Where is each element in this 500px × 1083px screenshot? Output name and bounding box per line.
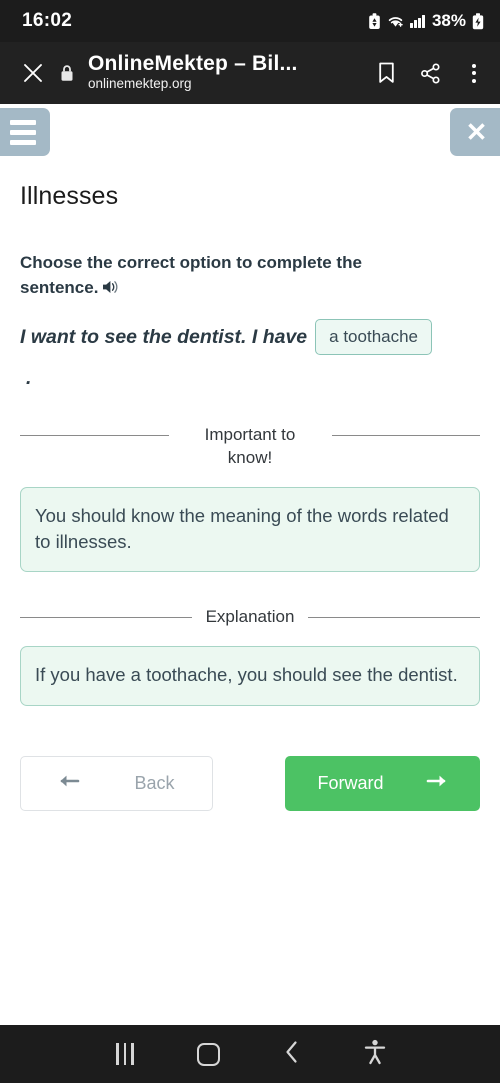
accessibility-icon — [363, 1039, 387, 1070]
recents-button[interactable] — [83, 1043, 166, 1065]
page-header-buttons: ✕ — [0, 104, 500, 160]
close-lesson-button[interactable]: ✕ — [450, 108, 500, 156]
divider-explanation: Explanation — [20, 606, 480, 629]
section-label-important: Important to know! — [204, 425, 296, 468]
question-prompt-text: Choose the correct option to complete th… — [20, 253, 362, 297]
overflow-menu-icon[interactable] — [462, 59, 486, 87]
page-title-chrome: OnlineMektep – Bil... — [88, 52, 298, 75]
share-icon[interactable] — [418, 59, 442, 87]
speaker-icon[interactable] — [102, 278, 120, 303]
accessibility-button[interactable] — [333, 1039, 416, 1070]
important-to-know-box: You should know the meaning of the words… — [20, 487, 480, 573]
page-title: Illnesses — [20, 182, 119, 210]
nav-back-button[interactable] — [250, 1040, 333, 1069]
android-nav-bar — [0, 1025, 500, 1083]
divider-line-right-2 — [308, 617, 480, 619]
back-button[interactable]: Back — [20, 755, 213, 811]
explanation-box: If you have a toothache, you should see … — [20, 646, 480, 706]
divider-important-to-know: Important to know! — [20, 424, 480, 470]
close-lesson-label: ✕ — [465, 117, 488, 147]
browser-actions — [374, 59, 486, 87]
question-sentence-row: I want to see the dentist. I have a toot… — [20, 319, 480, 356]
answer-chip[interactable]: a toothache — [315, 319, 433, 356]
battery-saver-icon — [368, 12, 381, 30]
sentence-period: . — [26, 367, 32, 390]
recents-icon — [116, 1043, 134, 1065]
bookmark-icon[interactable] — [374, 59, 398, 87]
back-button-label: Back — [134, 772, 175, 793]
forward-button[interactable]: Forward — [285, 755, 480, 811]
question-sentence: I want to see the dentist. I have — [20, 325, 308, 348]
charging-battery-icon — [472, 12, 484, 30]
divider-line-left — [20, 435, 169, 437]
battery-percent-label: 38% — [431, 11, 466, 30]
back-arrow-icon — [58, 773, 80, 794]
forward-button-label: Forward — [317, 772, 384, 793]
lesson-navigation: Back Forward — [20, 755, 480, 811]
status-bar: 16:02 38% — [0, 0, 500, 42]
web-page-content: ✕ Illnesses Choose the correct option to… — [0, 104, 500, 1025]
address-bar[interactable]: OnlineMektep – Bil... onlinemektep.org — [88, 53, 360, 94]
back-icon — [284, 1040, 300, 1069]
close-icon[interactable] — [16, 56, 50, 90]
home-icon — [196, 1042, 220, 1066]
divider-line-right — [331, 435, 480, 437]
section-label-explanation: Explanation — [205, 607, 295, 627]
hamburger-lines — [10, 119, 36, 145]
signal-bars-icon — [410, 14, 425, 28]
lock-icon — [54, 64, 80, 82]
phone-screen: 16:02 38% OnlineMektep – Bil... onlineme… — [0, 0, 500, 1083]
lesson-content: Illnesses Choose the correct option to c… — [0, 182, 500, 811]
menu-icon[interactable] — [0, 108, 50, 156]
browser-toolbar: OnlineMektep – Bil... onlinemektep.org — [0, 42, 500, 104]
status-icon-group: 38% — [368, 11, 484, 31]
wifi-icon — [387, 14, 404, 28]
forward-arrow-icon — [426, 773, 448, 794]
divider-line-left-2 — [20, 617, 192, 619]
status-time: 16:02 — [22, 10, 73, 31]
question-prompt: Choose the correct option to complete th… — [20, 251, 412, 302]
page-url: onlinemektep.org — [88, 76, 192, 92]
home-button[interactable] — [167, 1042, 250, 1066]
